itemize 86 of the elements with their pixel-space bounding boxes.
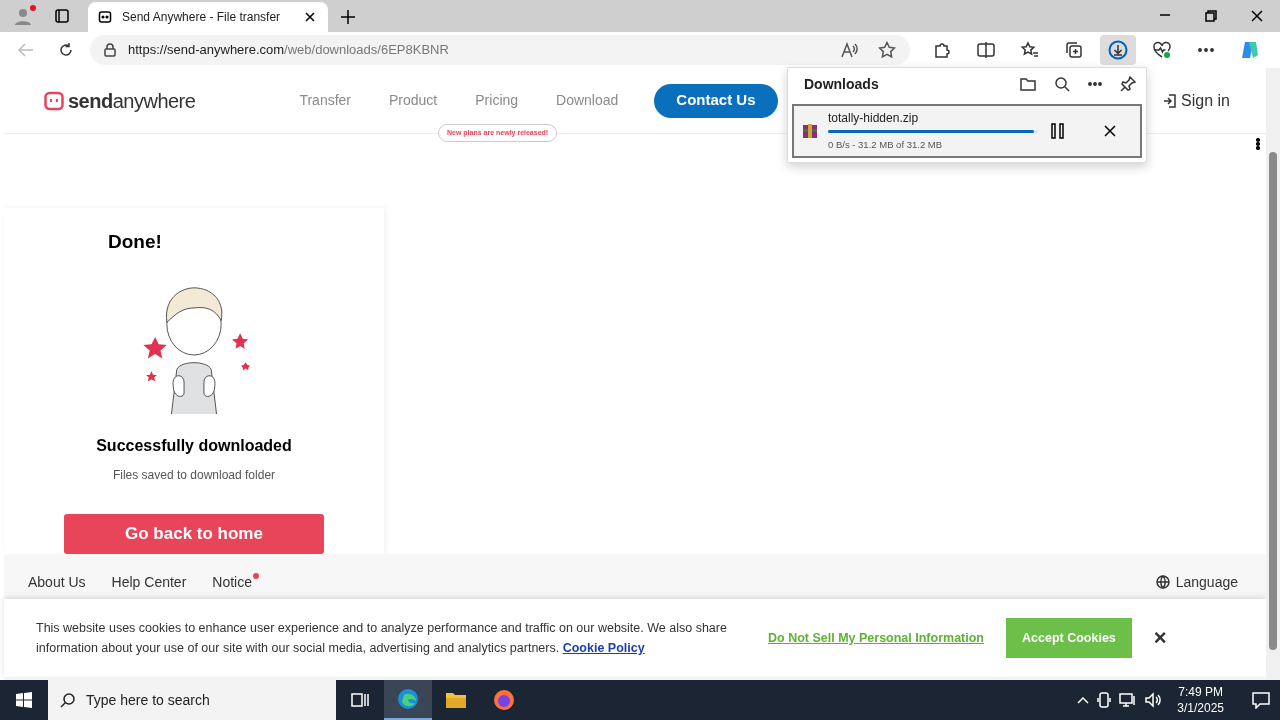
nav-link[interactable]: Pricing bbox=[475, 90, 519, 111]
notifications-button[interactable] bbox=[1252, 691, 1270, 709]
read-aloud-icon bbox=[840, 42, 858, 58]
download-item[interactable]: totally-hidden.zip 0 B/s - 31.2 MB of 31.2 MB bbox=[792, 104, 1142, 158]
language-link[interactable]: Language bbox=[1155, 574, 1238, 590]
back-arrow-icon bbox=[18, 43, 34, 57]
footer-link[interactable]: Notice bbox=[212, 574, 252, 590]
cookie-message: This website uses cookies to enhance user experience and to analyze performance and traffic on our website. We also share information about your use of our site with our social media, advertising and analytics partners. Cookie Policy bbox=[36, 620, 728, 657]
read-aloud-button[interactable] bbox=[840, 41, 858, 59]
url-text: https://send-anywhere.com/web/downloads/6EP8KBNR bbox=[128, 41, 449, 60]
pin-icon bbox=[1120, 76, 1136, 92]
download-status: 0 B/s - 31.2 MB of 31.2 MB bbox=[828, 138, 944, 153]
close-icon bbox=[1104, 125, 1116, 137]
file-name: totally-hidden.zip bbox=[828, 110, 920, 128]
search-icon bbox=[60, 692, 76, 708]
result-heading: Done! bbox=[108, 230, 162, 254]
archive-file-icon bbox=[802, 123, 818, 139]
refresh-icon bbox=[58, 42, 74, 58]
clock[interactable]: 7:49 PM 3/1/2025 bbox=[1177, 684, 1224, 716]
folder-icon bbox=[1020, 77, 1036, 91]
cancel-button[interactable] bbox=[1104, 125, 1116, 137]
pin-button[interactable] bbox=[1120, 76, 1136, 92]
search-input[interactable]: Type here to search bbox=[86, 689, 324, 711]
star-list-icon bbox=[1021, 41, 1039, 59]
restore-icon bbox=[1205, 10, 1217, 22]
task-view-icon bbox=[351, 692, 369, 708]
collections-icon bbox=[1065, 41, 1083, 59]
nav-link[interactable]: Download bbox=[556, 90, 619, 111]
fox-globe-icon bbox=[493, 689, 515, 711]
contact-us-button[interactable]: Contact Us bbox=[654, 83, 778, 118]
scrollbar[interactable] bbox=[1266, 68, 1280, 680]
sign-in-icon bbox=[1163, 92, 1178, 109]
nav-link[interactable]: Product bbox=[389, 90, 438, 111]
speaker-icon[interactable] bbox=[1145, 692, 1164, 708]
footer-link[interactable]: Help Center bbox=[111, 574, 187, 590]
puzzle-icon bbox=[933, 41, 951, 59]
plus-icon bbox=[341, 10, 355, 24]
success-subtitle: Files saved to download folder bbox=[112, 467, 276, 485]
device-icon[interactable] bbox=[1097, 692, 1112, 708]
more-icon bbox=[1198, 48, 1214, 52]
lock-icon bbox=[104, 43, 116, 57]
logo-icon[interactable] bbox=[44, 89, 64, 112]
search-icon bbox=[1054, 76, 1070, 92]
nav-link[interactable]: Transfer bbox=[299, 90, 351, 111]
heart-pulse-icon bbox=[1152, 41, 1172, 59]
browser-swirl-icon bbox=[397, 688, 419, 710]
show-hidden-icons-button[interactable] bbox=[1077, 696, 1090, 704]
search-downloads-button[interactable] bbox=[1054, 76, 1070, 92]
logo-text[interactable]: sendanywhere bbox=[68, 85, 196, 116]
copilot-icon bbox=[1239, 39, 1261, 61]
split-screen-icon bbox=[977, 42, 995, 58]
speech-bubble-icon bbox=[1252, 691, 1270, 709]
go-home-button[interactable]: Go back to home bbox=[64, 514, 324, 554]
close-icon bbox=[305, 12, 315, 22]
taskbar-search-field[interactable]: Type here to search bbox=[48, 680, 336, 720]
windows-logo-icon bbox=[16, 692, 32, 708]
folder-icon bbox=[445, 691, 467, 709]
success-title: Successfully downloaded bbox=[96, 436, 292, 457]
chevron-up-icon bbox=[1077, 696, 1090, 704]
globe-icon bbox=[1155, 575, 1170, 589]
downloads-button[interactable] bbox=[1100, 35, 1136, 65]
close-banner-button[interactable]: × bbox=[1153, 627, 1167, 649]
browser-tab[interactable]: Send Anywhere - File transfer bbox=[88, 2, 328, 32]
person-icon bbox=[13, 6, 33, 26]
scrollbar-thumb[interactable] bbox=[1269, 152, 1277, 650]
more-vertical-icon[interactable] bbox=[1256, 138, 1260, 150]
star-icon bbox=[878, 41, 896, 59]
downloads-title: Downloads bbox=[804, 74, 879, 94]
edge-taskbar-button[interactable] bbox=[384, 680, 432, 720]
pause-button[interactable] bbox=[1050, 123, 1066, 139]
cookie-policy-link[interactable]: Cookie Policy bbox=[562, 641, 645, 655]
favorite-button[interactable] bbox=[878, 41, 896, 59]
tabs-icon bbox=[54, 8, 70, 24]
chat-face-icon bbox=[98, 10, 112, 24]
clock-time: 7:49 PM bbox=[1178, 684, 1223, 700]
open-folder-button[interactable] bbox=[1020, 76, 1036, 92]
more-icon bbox=[1088, 82, 1102, 86]
tab-title: Send Anywhere - File transfer bbox=[122, 9, 282, 26]
address-bar[interactable]: https://send-anywhere.com/web/downloads/6EP8KBNR bbox=[90, 35, 910, 65]
sign-in-link[interactable]: Sign in bbox=[1163, 88, 1230, 113]
clock-date: 3/1/2025 bbox=[1177, 700, 1224, 716]
close-icon bbox=[1251, 10, 1263, 22]
download-icon bbox=[1108, 40, 1128, 60]
pause-icon bbox=[1050, 123, 1066, 139]
footer-link[interactable]: About Us bbox=[28, 574, 86, 590]
network-icon[interactable] bbox=[1119, 692, 1138, 708]
